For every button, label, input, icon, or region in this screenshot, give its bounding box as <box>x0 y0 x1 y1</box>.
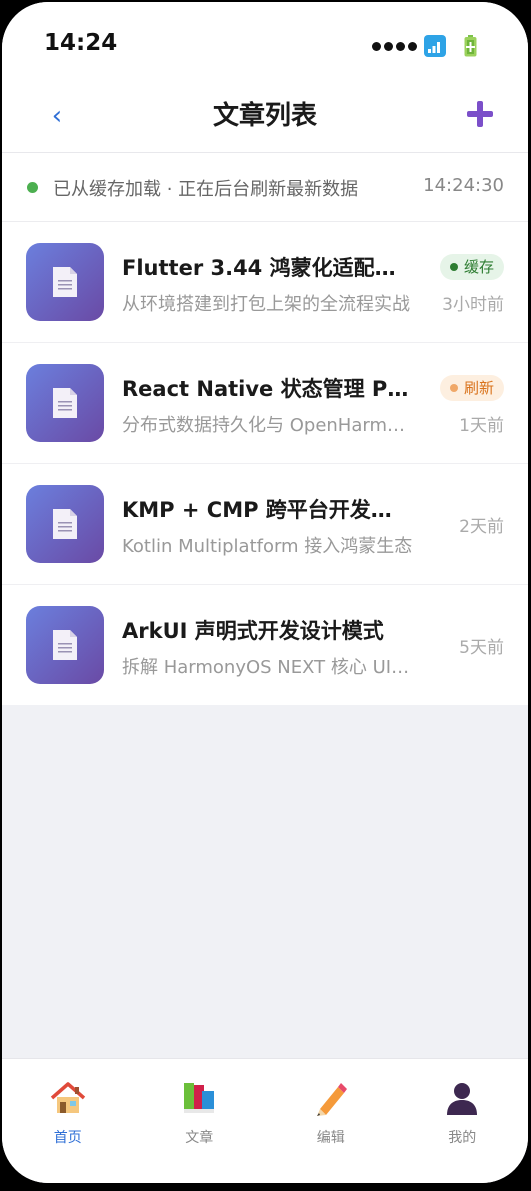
signal-icon <box>372 42 417 51</box>
document-icon <box>53 388 77 418</box>
tab-home[interactable]: 首页 <box>2 1059 134 1183</box>
cache-notice: 已从缓存加载 · 正在后台刷新最新数据 14:24:30 <box>2 153 528 222</box>
status-badge: 缓存 <box>439 254 504 280</box>
article-title: React Native 状态管理 Pinia 实践 <box>122 377 412 401</box>
article-subtitle: 拆解 HarmonyOS NEXT 核心 UI 范式 <box>122 657 414 678</box>
tab-articles[interactable]: 文章 <box>134 1059 266 1183</box>
article-list: Flutter 3.44 鸿蒙化适配完全指南 从环境搭建到打包上架的全流程实战 … <box>2 222 528 705</box>
status-time: 14:24 <box>44 30 118 56</box>
badge-dot-icon <box>449 384 458 392</box>
article-title: ArkUI 声明式开发设计模式 <box>122 619 384 643</box>
article-title: KMP + CMP 跨平台开发完全指南 <box>122 498 412 522</box>
tab-label: 文章 <box>185 1130 214 1146</box>
status-badge: 刷新 <box>439 375 504 401</box>
tab-edit[interactable]: 编辑 <box>265 1059 397 1183</box>
tab-label: 编辑 <box>316 1130 345 1146</box>
article-time: 2天前 <box>459 517 504 537</box>
tab-label: 首页 <box>53 1130 82 1146</box>
cache-notice-time: 14:24:30 <box>423 175 504 196</box>
person-icon <box>447 1083 478 1115</box>
document-icon <box>53 509 77 539</box>
badge-dot-icon <box>449 263 458 271</box>
article-item[interactable]: Flutter 3.44 鸿蒙化适配完全指南 从环境搭建到打包上架的全流程实战 … <box>2 222 528 343</box>
document-icon <box>53 630 77 660</box>
cache-notice-text: 已从缓存加载 · 正在后台刷新最新数据 <box>53 179 359 200</box>
tab-bar: 首页 文章 编辑 我的 <box>2 1058 528 1183</box>
document-icon <box>53 267 77 297</box>
article-time: 1天前 <box>459 416 504 436</box>
battery-icon <box>464 35 477 57</box>
tab-profile[interactable]: 我的 <box>397 1059 529 1183</box>
article-time: 3小时前 <box>442 295 504 315</box>
status-bar: 14:24 <box>2 2 528 86</box>
badge-label: 缓存 <box>463 258 494 276</box>
article-subtitle: 分布式数据持久化与 OpenHarmony 适配 <box>122 415 414 436</box>
pencil-icon <box>316 1083 347 1116</box>
page-title: 文章列表 <box>212 101 317 131</box>
status-dot-icon <box>27 182 38 193</box>
article-title: Flutter 3.44 鸿蒙化适配完全指南 <box>122 256 412 280</box>
article-thumbnail <box>26 485 104 563</box>
article-subtitle: Kotlin Multiplatform 接入鸿蒙生态 <box>122 536 413 557</box>
article-item[interactable]: KMP + CMP 跨平台开发完全指南 Kotlin Multiplatform… <box>2 464 528 585</box>
wifi-icon <box>424 35 446 57</box>
article-item[interactable]: React Native 状态管理 Pinia 实践 分布式数据持久化与 Ope… <box>2 343 528 464</box>
article-thumbnail <box>26 364 104 442</box>
badge-label: 刷新 <box>463 379 494 397</box>
add-button[interactable] <box>464 98 496 130</box>
article-time: 5天前 <box>459 638 504 658</box>
article-thumbnail <box>26 606 104 684</box>
tab-label: 我的 <box>448 1130 477 1146</box>
article-thumbnail <box>26 243 104 321</box>
nav-bar: ‹ 文章列表 <box>2 86 528 153</box>
article-item[interactable]: ArkUI 声明式开发设计模式 拆解 HarmonyOS NEXT 核心 UI … <box>2 585 528 705</box>
article-subtitle: 从环境搭建到打包上架的全流程实战 <box>122 294 410 315</box>
books-icon <box>184 1083 215 1113</box>
house-icon <box>50 1082 85 1113</box>
phone-screen: 14:24 ‹ 文章列表 已从缓存加载 · 正在后台刷新最新数据 14:24:3… <box>2 2 528 1183</box>
plus-icon <box>467 101 493 127</box>
